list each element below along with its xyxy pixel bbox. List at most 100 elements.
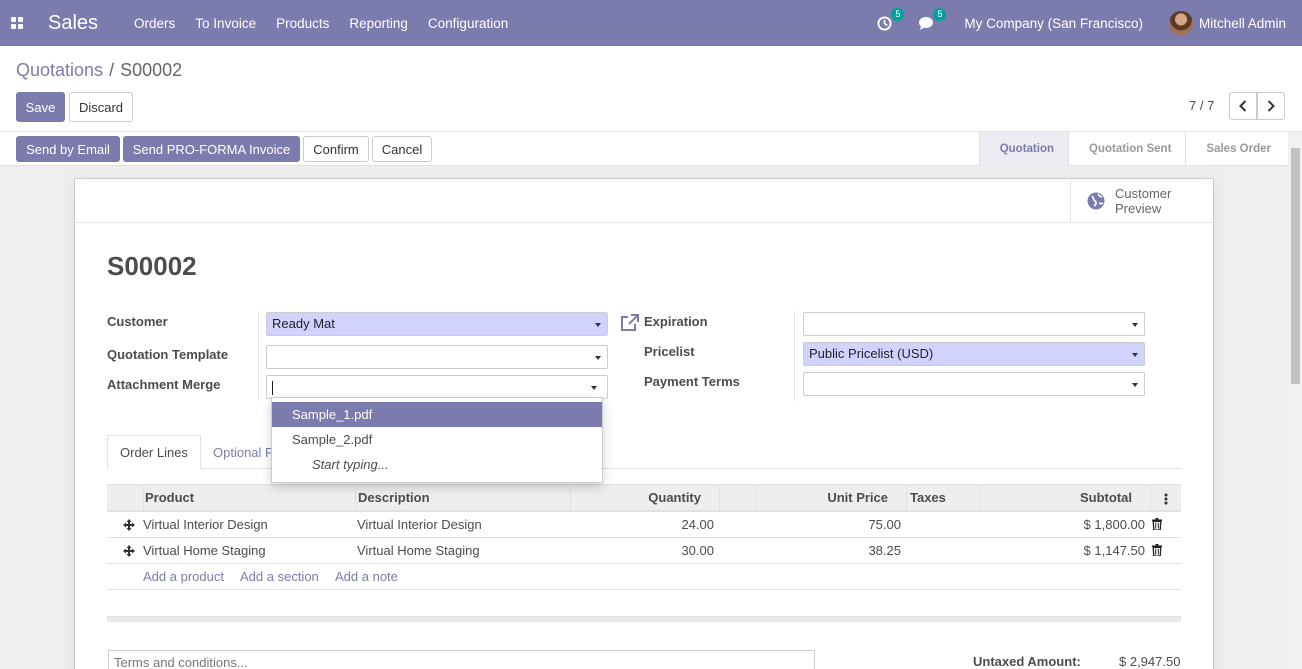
menu-reporting[interactable]: Reporting xyxy=(349,16,408,31)
tab-order-lines[interactable]: Order Lines xyxy=(107,435,201,469)
col-quantity[interactable]: Quantity xyxy=(570,485,719,511)
dropdown-option-sample-1[interactable]: Sample_1.pdf xyxy=(272,402,602,427)
control-panel: Quotations / S00002 Save Discard 7 / 7 xyxy=(0,46,1302,132)
menu-orders[interactable]: Orders xyxy=(134,16,175,31)
menu-configuration[interactable]: Configuration xyxy=(428,16,508,31)
customer-label: Customer xyxy=(107,314,168,329)
quotation-template-select[interactable] xyxy=(266,345,608,369)
pricelist-select[interactable]: Public Pricelist (USD) xyxy=(803,342,1145,366)
user-menu[interactable]: Mitchell Admin xyxy=(1199,16,1286,31)
cell-description[interactable]: Virtual Home Staging xyxy=(357,538,480,563)
customer-preview-button[interactable]: Customer Preview xyxy=(1070,179,1213,223)
menu-to-invoice[interactable]: To Invoice xyxy=(195,16,256,31)
terms-placeholder: Terms and conditions... xyxy=(114,655,248,669)
breadcrumb-separator: / xyxy=(109,60,115,80)
untaxed-amount-value: $ 2,947.50 xyxy=(1119,654,1181,669)
customer-select[interactable]: Ready Mat xyxy=(266,312,608,336)
col-description[interactable]: Description xyxy=(355,485,570,511)
section-separator xyxy=(107,616,1181,622)
attachment-merge-input[interactable] xyxy=(266,375,608,399)
app-switcher-button[interactable] xyxy=(0,0,32,46)
cell-unit-price[interactable]: 38.25 xyxy=(756,538,901,563)
cell-product[interactable]: Virtual Home Staging xyxy=(143,538,266,563)
caret-down-icon xyxy=(591,386,597,390)
cell-unit-price[interactable]: 75.00 xyxy=(756,512,901,537)
column-options-button[interactable] xyxy=(1150,485,1181,511)
add-product-link[interactable]: Add a product xyxy=(143,564,224,590)
cell-product[interactable]: Virtual Interior Design xyxy=(143,512,268,537)
pager-next-button[interactable] xyxy=(1257,92,1285,120)
stage-quotation-sent[interactable]: Quotation Sent xyxy=(1068,132,1185,166)
vertical-dots-icon xyxy=(1164,493,1168,505)
app-name[interactable]: Sales xyxy=(48,12,98,35)
payment-terms-label: Payment Terms xyxy=(644,374,740,389)
page-scrollbar[interactable] xyxy=(1288,132,1302,669)
company-switcher[interactable]: My Company (San Francisco) xyxy=(964,16,1143,31)
stage-bar: Quotation Quotation Sent Sales Order xyxy=(978,132,1302,166)
chat-icon xyxy=(919,16,934,30)
user-avatar[interactable] xyxy=(1168,11,1193,35)
text-cursor xyxy=(272,380,273,395)
add-note-link[interactable]: Add a note xyxy=(335,564,398,590)
breadcrumb: Quotations / S00002 xyxy=(16,60,182,81)
save-button[interactable]: Save xyxy=(16,92,65,122)
preview-line1: Customer xyxy=(1115,186,1172,201)
clock-icon xyxy=(877,15,892,31)
record-title: S00002 xyxy=(107,251,197,281)
scrollbar-thumb[interactable] xyxy=(1291,148,1300,384)
activity-badge: 5 xyxy=(891,8,905,21)
attachment-autocomplete-dropdown: Sample_1.pdf Sample_2.pdf Start typing..… xyxy=(271,397,603,483)
stage-quotation[interactable]: Quotation xyxy=(978,132,1068,166)
pager-previous-button[interactable] xyxy=(1229,92,1257,120)
send-by-email-button[interactable]: Send by Email xyxy=(16,136,120,162)
external-link-icon[interactable] xyxy=(620,314,639,332)
caret-down-icon xyxy=(1132,353,1138,357)
customer-value: Ready Mat xyxy=(272,316,335,331)
untaxed-amount-label: Untaxed Amount: xyxy=(973,654,1081,669)
dropdown-start-typing: Start typing... xyxy=(312,457,389,472)
caret-down-icon xyxy=(1132,323,1138,327)
grid-icon xyxy=(11,17,23,29)
messages-badge: 5 xyxy=(933,8,947,21)
menu-products[interactable]: Products xyxy=(276,16,329,31)
trash-icon[interactable] xyxy=(1152,518,1162,530)
activity-button[interactable]: 5 xyxy=(874,8,905,33)
col-subtotal[interactable]: Subtotal xyxy=(979,485,1150,511)
discard-button[interactable]: Discard xyxy=(69,92,133,122)
expiration-date-input[interactable] xyxy=(803,312,1145,336)
dropdown-option-sample-2[interactable]: Sample_2.pdf xyxy=(272,427,602,452)
cell-description[interactable]: Virtual Interior Design xyxy=(357,512,482,537)
cell-subtotal: $ 1,800.00 xyxy=(1083,517,1145,532)
terms-conditions-input[interactable]: Terms and conditions... xyxy=(108,650,815,669)
preview-line2: Preview xyxy=(1115,201,1162,216)
table-row[interactable]: Virtual Home Staging Virtual Home Stagin… xyxy=(107,538,1181,564)
col-blank xyxy=(719,485,756,511)
col-taxes[interactable]: Taxes xyxy=(906,485,979,511)
pager-value[interactable]: 7 / 7 xyxy=(1189,98,1214,113)
messages-button[interactable]: 5 xyxy=(916,8,947,33)
field-divider-left xyxy=(258,311,259,401)
stage-sales-order[interactable]: Sales Order xyxy=(1185,132,1302,166)
table-row[interactable]: Virtual Interior Design Virtual Interior… xyxy=(107,512,1181,538)
main-menu: Orders To Invoice Products Reporting Con… xyxy=(134,16,528,31)
cell-quantity[interactable]: 30.00 xyxy=(570,538,714,563)
confirm-button[interactable]: Confirm xyxy=(303,136,369,162)
add-section-link[interactable]: Add a section xyxy=(240,564,319,590)
col-unit-price[interactable]: Unit Price xyxy=(756,485,906,511)
attachment-label: Attachment Merge xyxy=(107,377,221,392)
pricelist-label: Pricelist xyxy=(644,344,695,359)
payment-terms-select[interactable] xyxy=(803,372,1145,396)
add-line-row: Add a product Add a section Add a note xyxy=(107,564,1181,590)
chevron-right-icon xyxy=(1267,100,1275,112)
chevron-left-icon xyxy=(1239,100,1247,112)
notebook-tabs: Order Lines Optional P xyxy=(107,435,1181,469)
col-product[interactable]: Product xyxy=(143,485,355,511)
breadcrumb-quotations[interactable]: Quotations xyxy=(16,60,103,80)
cancel-button[interactable]: Cancel xyxy=(372,136,432,162)
caret-down-icon xyxy=(595,323,601,327)
send-proforma-button[interactable]: Send PRO-FORMA Invoice xyxy=(123,136,300,162)
drag-handle-icon[interactable] xyxy=(123,519,135,531)
trash-icon[interactable] xyxy=(1152,544,1162,556)
drag-handle-icon[interactable] xyxy=(123,545,135,557)
cell-quantity[interactable]: 24.00 xyxy=(570,512,714,537)
